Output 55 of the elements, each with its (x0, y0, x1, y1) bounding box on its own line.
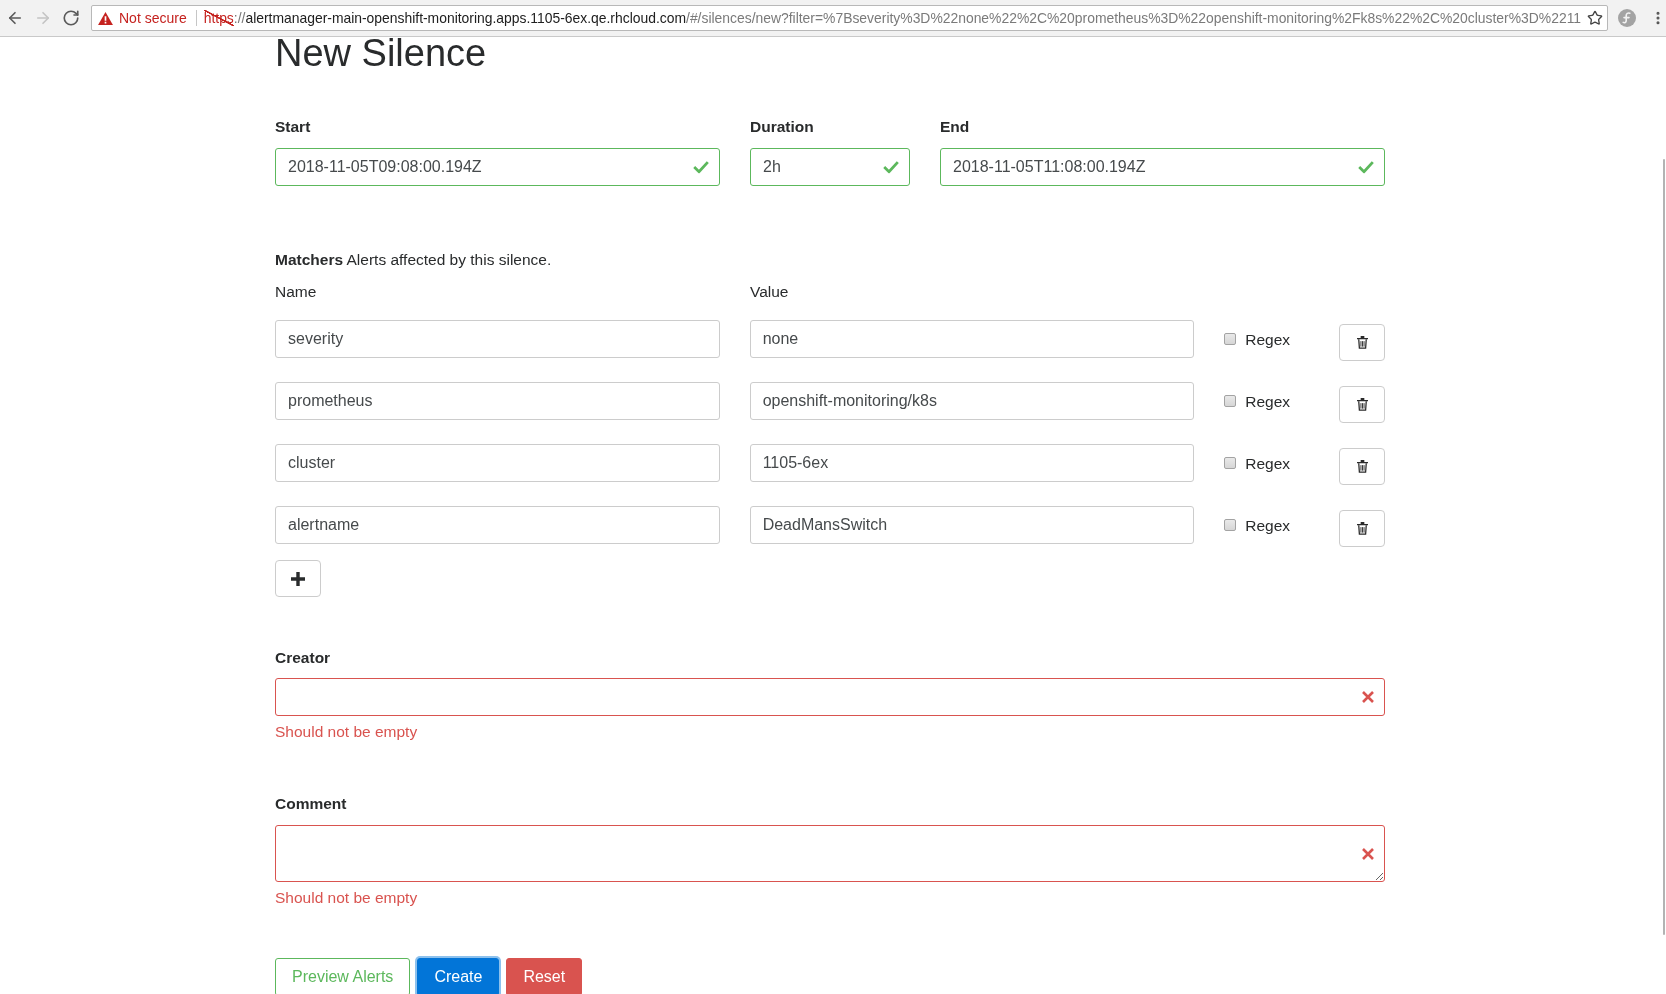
field-label: Creator (275, 648, 332, 668)
delete-button[interactable] (1339, 448, 1385, 485)
date-field[interactable]: 2018-11-05T11:08:00.194Z (940, 148, 1385, 186)
field-label: Start (275, 117, 312, 137)
field-label: Comment (275, 794, 348, 814)
checkbox-label: Regex (1245, 453, 1291, 474)
field-label: End (940, 117, 971, 137)
matcher-name-field[interactable]: severity (275, 320, 720, 358)
trash-icon (1356, 522, 1368, 535)
address-bar[interactable] (91, 5, 1608, 31)
reload-icon[interactable] (62, 9, 80, 27)
matcher-value-field[interactable]: DeadMansSwitch (749, 506, 1195, 544)
security-label: Not secure (119, 10, 187, 26)
plus-icon (291, 571, 305, 586)
close-icon (1362, 847, 1374, 860)
date-field[interactable]: 2h (750, 148, 910, 186)
checkbox-label: Regex (1245, 329, 1291, 350)
comment-field[interactable] (275, 825, 1385, 882)
checkbox-label: Regex (1245, 515, 1291, 536)
trash-icon (1356, 398, 1368, 411)
column-header: Name (275, 282, 318, 302)
matcher-value-field[interactable]: 1105-6ex (749, 444, 1195, 482)
regex-checkbox[interactable] (1224, 457, 1237, 469)
action-button[interactable]: Create (417, 958, 500, 994)
trash-icon (1356, 336, 1368, 349)
close-icon (1362, 691, 1374, 703)
delete-button[interactable] (1339, 510, 1385, 547)
star-icon[interactable] (1587, 10, 1603, 26)
regex-checkbox[interactable] (1224, 333, 1237, 345)
creator-field[interactable] (275, 678, 1385, 716)
check-icon (1358, 160, 1374, 174)
check-icon (883, 160, 899, 174)
add-matcher-button[interactable] (275, 560, 321, 597)
regex-checkbox[interactable] (1224, 395, 1237, 407)
warning-icon (98, 11, 113, 25)
matcher-name-field[interactable]: cluster (275, 444, 720, 482)
matcher-name-field[interactable]: prometheus (275, 382, 720, 420)
scrollbar-thumb[interactable] (1663, 159, 1665, 935)
error-message: Should not be empty (275, 888, 419, 908)
delete-button[interactable] (1339, 386, 1385, 423)
check-icon (693, 160, 709, 174)
action-button[interactable]: Reset (506, 958, 583, 994)
matchers-caption: Matchers Alerts affected by this silence. (275, 250, 553, 270)
trash-icon (1356, 460, 1368, 473)
date-field[interactable]: 2018-11-05T09:08:00.194Z (275, 148, 720, 186)
page-title: New Silence (275, 37, 487, 70)
error-message: Should not be empty (275, 722, 419, 742)
matcher-value-field[interactable]: none (749, 320, 1195, 358)
checkbox-label: Regex (1245, 391, 1291, 412)
delete-button[interactable] (1339, 324, 1385, 361)
column-header: Value (750, 282, 790, 302)
matcher-name-field[interactable]: alertname (275, 506, 720, 544)
matcher-value-field[interactable]: openshift-monitoring/k8s (749, 382, 1195, 420)
regex-checkbox[interactable] (1224, 519, 1237, 531)
field-label: Duration (750, 117, 815, 137)
